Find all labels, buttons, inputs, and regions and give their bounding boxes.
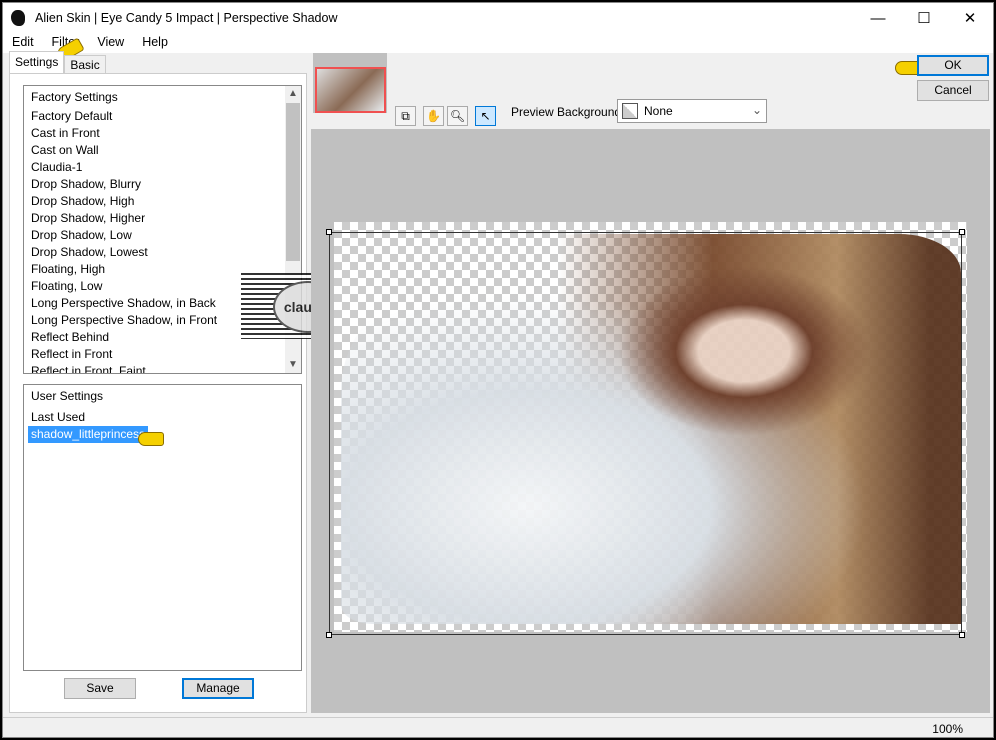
menu-edit[interactable]: Edit	[3, 33, 43, 53]
title-bar: Alien Skin | Eye Candy 5 Impact | Perspe…	[3, 3, 993, 33]
scroll-down-icon[interactable]: ▼	[285, 357, 301, 373]
list-item[interactable]: Factory Default	[24, 108, 301, 125]
menu-bar: Edit Filter View Help	[3, 33, 993, 53]
hand-tool-icon[interactable]: ✋	[423, 106, 444, 126]
list-item[interactable]: Drop Shadow, Blurry	[24, 176, 301, 193]
navigator[interactable]	[313, 53, 387, 113]
factory-settings-header: Factory Settings	[31, 90, 118, 104]
list-item[interactable]: Drop Shadow, Lowest	[24, 244, 301, 261]
preview-background-select[interactable]: None ⌄	[617, 99, 767, 123]
list-item[interactable]: Reflect in Front, Faint	[24, 363, 301, 373]
preview-canvas[interactable]	[311, 129, 990, 713]
scroll-thumb[interactable]	[286, 103, 300, 261]
zoom-level: 100%	[932, 722, 963, 736]
zoom-tool-icon[interactable]: 🔍︎	[447, 106, 468, 126]
resize-handle[interactable]	[326, 632, 332, 638]
tab-basic[interactable]: Basic	[64, 55, 106, 73]
bounding-box[interactable]	[329, 232, 962, 635]
menu-help[interactable]: Help	[133, 33, 177, 53]
ok-button[interactable]: OK	[917, 55, 989, 76]
resize-handle[interactable]	[959, 229, 965, 235]
chevron-down-icon: ⌄	[751, 103, 762, 117]
close-button[interactable]: ✕	[947, 3, 993, 33]
preview-toolbar: ⧉ ✋ 🔍︎ ↖ Preview Background: None ⌄ OK C…	[311, 51, 993, 129]
eye-candy-dialog: Alien Skin | Eye Candy 5 Impact | Perspe…	[2, 2, 994, 738]
list-item[interactable]: Last Used	[24, 409, 301, 426]
menu-view[interactable]: View	[88, 33, 133, 53]
navigator-thumbnail[interactable]	[315, 67, 386, 113]
settings-panel: Factory Settings Factory Default Cast in …	[9, 73, 307, 713]
app-icon	[11, 10, 25, 26]
list-item[interactable]: Cast on Wall	[24, 142, 301, 159]
preview-background-label: Preview Background:	[511, 105, 625, 119]
scroll-up-icon[interactable]: ▲	[285, 86, 301, 102]
list-item[interactable]: Claudia-1	[24, 159, 301, 176]
manage-button[interactable]: Manage	[182, 678, 254, 699]
swatch-icon	[622, 103, 638, 119]
resize-handle[interactable]	[326, 229, 332, 235]
window-title: Alien Skin | Eye Candy 5 Impact | Perspe…	[35, 11, 338, 25]
status-bar: 100%	[3, 717, 993, 737]
cancel-button[interactable]: Cancel	[917, 80, 989, 101]
save-button[interactable]: Save	[64, 678, 136, 699]
tab-settings[interactable]: Settings	[9, 51, 65, 73]
list-item[interactable]: Drop Shadow, High	[24, 193, 301, 210]
list-item[interactable]: Cast in Front	[24, 125, 301, 142]
pointer-hand-icon	[138, 432, 164, 446]
minimize-button[interactable]: —	[855, 3, 901, 33]
preview-compare-icon[interactable]: ⧉	[395, 106, 416, 126]
maximize-button[interactable]: ☐	[901, 3, 947, 33]
list-item[interactable]: Drop Shadow, Low	[24, 227, 301, 244]
user-settings-list[interactable]: User Settings Last Used shadow_littlepri…	[23, 384, 302, 671]
list-item[interactable]: Reflect in Front	[24, 346, 301, 363]
preview-background-value: None	[644, 104, 673, 118]
list-item[interactable]: Drop Shadow, Higher	[24, 210, 301, 227]
resize-handle[interactable]	[959, 632, 965, 638]
selected-list-item[interactable]: shadow_littleprincess	[28, 426, 149, 443]
pointer-tool-icon[interactable]: ↖	[475, 106, 496, 126]
user-settings-header: User Settings	[31, 389, 104, 403]
